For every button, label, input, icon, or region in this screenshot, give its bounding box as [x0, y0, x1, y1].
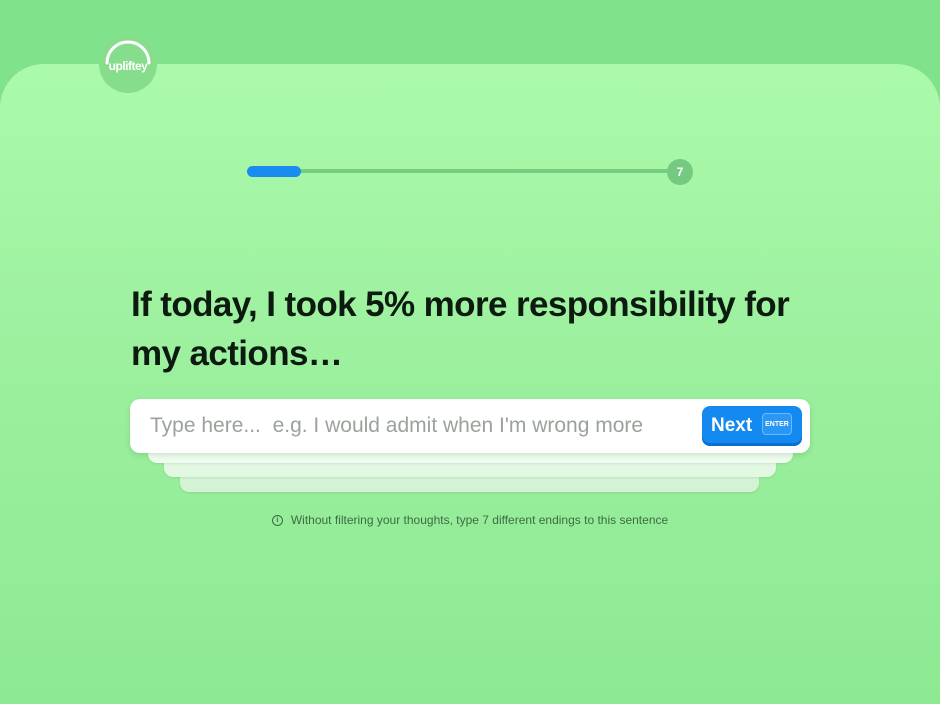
info-icon: i — [271, 514, 283, 526]
hint-text: Without filtering your thoughts, type 7 … — [290, 513, 669, 527]
progress-fill — [247, 166, 301, 177]
answer-input[interactable] — [150, 409, 695, 443]
progress-track — [247, 169, 677, 173]
progress-step-badge: 7 — [667, 159, 693, 185]
upliftey-logo[interactable]: upliftey — [99, 35, 157, 93]
progress-bar: 7 — [247, 159, 693, 185]
next-button[interactable]: Next ENTER — [702, 406, 802, 446]
logo-text: upliftey — [108, 59, 148, 73]
answer-box: Next ENTER — [130, 399, 810, 453]
question-heading: If today, I took 5% more responsibility … — [131, 285, 790, 373]
enter-key-hint: ENTER — [762, 413, 792, 435]
next-button-label: Next — [711, 415, 753, 436]
hint-row: i Without filtering your thoughts, type … — [0, 510, 940, 530]
